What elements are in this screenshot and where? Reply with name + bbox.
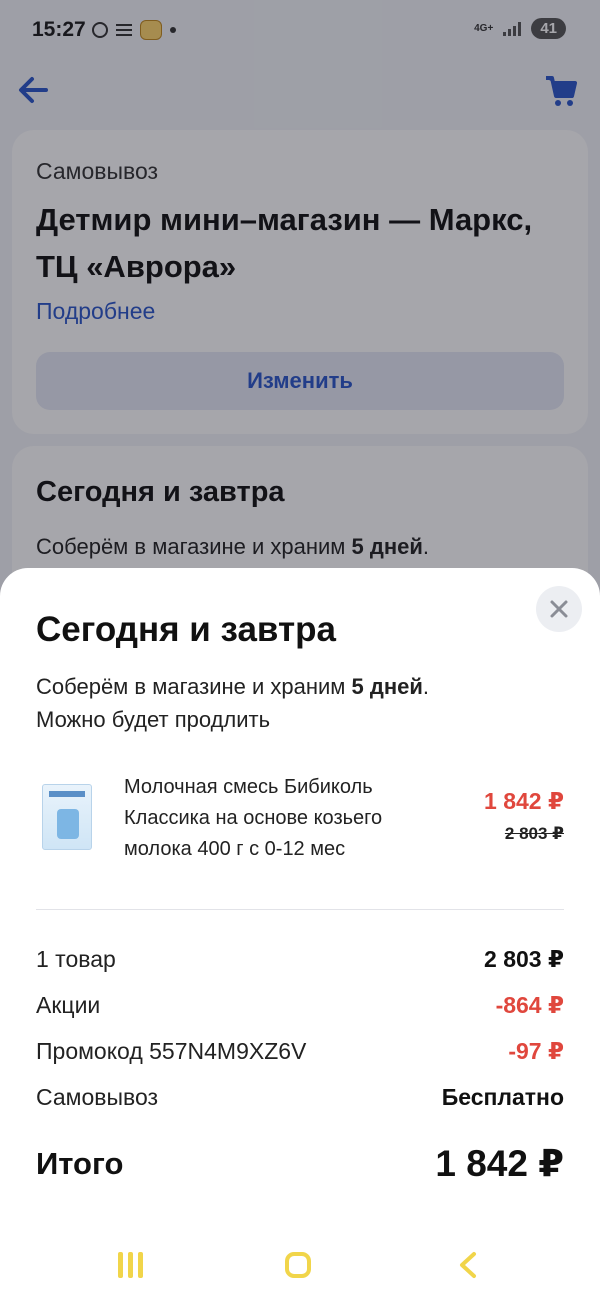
product-price-new: 1 842 ₽ [484, 788, 564, 814]
bottom-sheet: Сегодня и завтра Соберём в магазине и хр… [0, 568, 600, 1299]
recent-apps-icon[interactable] [118, 1252, 146, 1278]
summary-label: Промокод 557N4M9XZ6V [36, 1038, 307, 1064]
summary-label: Самовывоз [36, 1084, 159, 1110]
summary-label: Акции [36, 992, 101, 1018]
sheet-desc-suffix: . [422, 674, 430, 699]
summary-row-items: 1 товар 2 803 ₽ [36, 946, 564, 980]
close-button[interactable] [536, 586, 582, 632]
sheet-desc-line2: Можно будет продлить [36, 707, 271, 732]
summary-value: -97 ₽ [508, 1038, 564, 1064]
sheet-title: Сегодня и завтра [36, 610, 336, 649]
summary-row-pickup: Самовывоз Бесплатно [36, 1084, 564, 1118]
navigation-bar [0, 1230, 600, 1299]
sheet-desc-days: 5 дней [351, 674, 423, 699]
divider [36, 909, 564, 910]
summary-row-promotions: Акции -864 ₽ [36, 992, 564, 1026]
home-icon[interactable] [285, 1252, 311, 1278]
product-name: Молочная смесь Бибиколь Классика на осно… [124, 776, 383, 860]
close-icon [550, 600, 568, 618]
total-label: Итого [36, 1146, 124, 1181]
summary-value: -864 ₽ [495, 992, 564, 1018]
product-row[interactable]: Молочная смесь Бибиколь Классика на осно… [36, 768, 564, 878]
summary-label: 1 товар [36, 946, 116, 972]
back-icon[interactable] [456, 1250, 480, 1280]
total-value: 1 842 ₽ [435, 1143, 564, 1184]
product-price-old: 2 803 ₽ [504, 824, 564, 843]
sheet-desc-prefix: Соберём в магазине и храним [36, 674, 352, 699]
product-image [42, 784, 92, 850]
summary-value: Бесплатно [441, 1084, 564, 1110]
summary-value: 2 803 ₽ [484, 946, 564, 972]
sheet-desc: Соберём в магазине и храним 5 дней. Можн… [36, 670, 556, 736]
summary-row-promocode: Промокод 557N4M9XZ6V -97 ₽ [36, 1038, 564, 1072]
